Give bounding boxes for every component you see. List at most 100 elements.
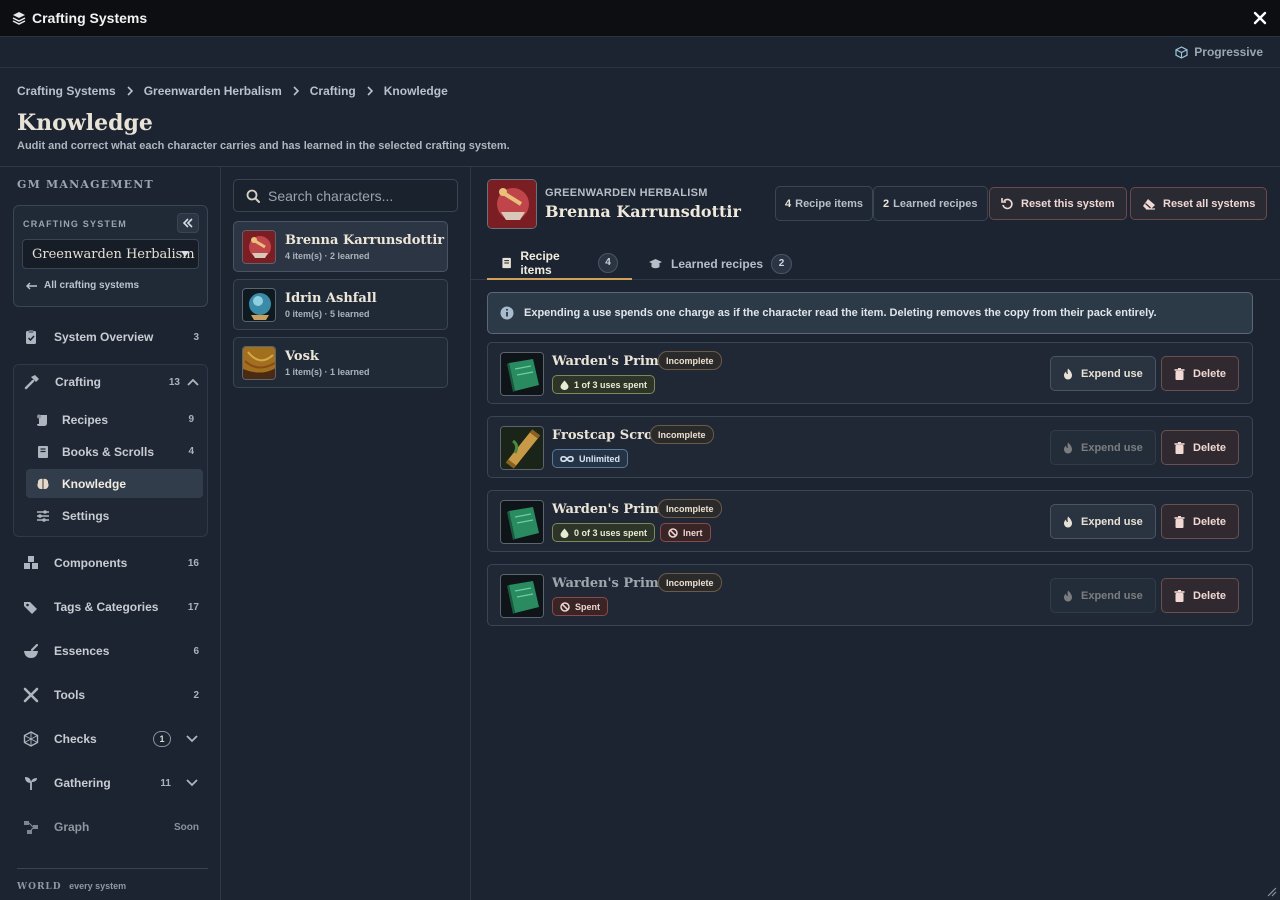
status-badge: Incomplete	[658, 573, 722, 592]
drop-icon	[560, 380, 569, 390]
item-name: Warden's Primer	[552, 576, 674, 591]
uses-tag: 1 of 3 uses spent	[552, 375, 656, 394]
tab-recipe-items[interactable]: Recipe items 4	[487, 247, 632, 280]
sidebar-item-knowledge[interactable]: Knowledge	[26, 469, 203, 498]
scroll-item-icon	[500, 426, 544, 470]
breadcrumb-item[interactable]: Crafting Systems	[17, 84, 116, 98]
recipe-items-label: Recipe items	[795, 197, 863, 210]
layers-icon	[12, 12, 26, 25]
item-name: Warden's Primer	[552, 502, 674, 517]
chevron-down-icon[interactable]	[186, 779, 198, 787]
collapse-sidebar-button[interactable]	[177, 213, 199, 233]
crafting-system-select[interactable]: Greenwarden Herbalism	[22, 239, 199, 269]
reset-all-label: Reset all systems	[1163, 197, 1256, 210]
sidebar-item-crafting[interactable]: Crafting 13	[14, 365, 209, 399]
sidebar-item-count: 17	[187, 601, 199, 613]
brain-icon	[37, 478, 49, 489]
crafting-system-label: CRAFTING SYSTEM	[23, 219, 128, 229]
ban-icon	[560, 601, 570, 612]
flame-icon	[1064, 368, 1072, 379]
character-detail-panel: GREENWARDEN HERBALISM Brenna Karrunsdott…	[471, 167, 1280, 900]
checks-count-badge: 1	[153, 731, 171, 747]
character-card[interactable]: Brenna Karrunsdottir 4 item(s) · 2 learn…	[233, 221, 448, 272]
recipe-item-card: Frostcap Scroll Incomplete Unlimited Exp…	[487, 416, 1253, 478]
sidebar-item-label: Crafting	[55, 375, 101, 389]
learned-count: 2	[883, 197, 890, 210]
info-text: Expending a use spends one charge as if …	[524, 307, 1157, 319]
delete-button[interactable]: Delete	[1161, 430, 1240, 465]
delete-button[interactable]: Delete	[1161, 504, 1240, 539]
chevron-down-icon[interactable]	[186, 735, 198, 743]
uses-tag-label: 0 of 3 uses spent	[574, 527, 648, 538]
info-icon	[500, 306, 514, 320]
reset-all-systems-button[interactable]: Reset all systems	[1130, 187, 1268, 220]
sidebar-item-count: 6	[193, 645, 199, 657]
trash-icon	[1174, 441, 1185, 454]
sliders-icon	[37, 509, 49, 522]
learned-label: Learned recipes	[893, 197, 978, 210]
character-meta: 0 item(s) · 5 learned	[285, 308, 370, 319]
search-input[interactable]	[268, 187, 448, 204]
ban-icon	[668, 527, 678, 538]
recipe-items-count: 4	[785, 197, 792, 210]
book-icon	[502, 257, 511, 268]
resize-handle-icon[interactable]	[1265, 885, 1277, 897]
sidebar-item-label: Tools	[54, 688, 86, 702]
green-book-icon	[500, 352, 544, 396]
window-title: Crafting Systems	[32, 10, 148, 26]
character-card[interactable]: Vosk 1 item(s) · 1 learned	[233, 337, 448, 388]
chevron-right-icon	[367, 86, 373, 96]
sidebar-item-label: Tags & Categories	[54, 600, 159, 614]
uses-tag-label: Unlimited	[579, 453, 621, 464]
breadcrumb-item[interactable]: Greenwarden Herbalism	[144, 84, 282, 98]
green-book-icon	[500, 574, 544, 618]
sidebar-item-gathering[interactable]: Gathering 11	[13, 766, 208, 800]
sidebar-item-checks[interactable]: Checks 1	[13, 722, 208, 756]
expend-use-label: Expend use	[1081, 589, 1143, 602]
chevron-up-icon[interactable]	[187, 378, 199, 386]
sidebar-item-recipes[interactable]: Recipes 9	[26, 405, 203, 434]
delete-label: Delete	[1193, 515, 1227, 528]
crafting-group: Crafting 13 Recipes 9 Books & Scrolls 4 …	[13, 364, 208, 537]
close-icon[interactable]	[1252, 10, 1268, 26]
sidebar-item-system-overview[interactable]: System Overview 3	[13, 320, 208, 354]
sidebar-item-label: Recipes	[62, 412, 109, 427]
sidebar-item-count: 2	[193, 689, 199, 701]
sidebar-item-label: Knowledge	[62, 476, 127, 491]
expend-use-button[interactable]: Expend use	[1050, 504, 1156, 539]
sidebar-item-books-scrolls[interactable]: Books & Scrolls 4	[26, 437, 203, 466]
sidebar-item-tools[interactable]: Tools 2	[13, 678, 208, 712]
character-name: Brenna Karrunsdottir	[285, 232, 445, 248]
search-box[interactable]	[233, 179, 458, 212]
sidebar-item-tags[interactable]: Tags & Categories 17	[13, 590, 208, 624]
page-header: Crafting Systems Greenwarden Herbalism C…	[0, 68, 1280, 167]
sidebar-item-label: Gathering	[54, 776, 111, 790]
recipe-item-card: Warden's Primer Incomplete 1 of 3 uses s…	[487, 342, 1253, 404]
breadcrumb-item[interactable]: Crafting	[310, 84, 356, 98]
mode-label: Progressive	[1194, 45, 1263, 59]
breadcrumb-current: Knowledge	[383, 84, 448, 98]
sidebar-item-components[interactable]: Components 16	[13, 546, 208, 580]
mode-indicator[interactable]: Progressive	[1175, 45, 1263, 59]
delete-button[interactable]: Delete	[1161, 356, 1240, 391]
sidebar-item-soon: Soon	[174, 821, 199, 833]
expend-use-label: Expend use	[1081, 367, 1143, 380]
sidebar-item-settings[interactable]: Settings	[26, 501, 203, 530]
delete-button[interactable]: Delete	[1161, 578, 1240, 613]
character-avatar	[242, 287, 276, 322]
character-name: Vosk	[285, 348, 319, 364]
inert-tag: Inert	[660, 523, 711, 542]
learned-recipes-stat: 2 Learned recipes	[873, 186, 988, 221]
all-systems-link[interactable]: All crafting systems	[26, 280, 139, 291]
system-name: GREENWARDEN HERBALISM	[545, 187, 708, 199]
reset-this-system-button[interactable]: Reset this system	[989, 187, 1127, 220]
uses-tag: 0 of 3 uses spent	[552, 523, 656, 542]
sprout-icon	[25, 777, 37, 790]
expend-use-button[interactable]: Expend use	[1050, 578, 1156, 613]
expend-use-button[interactable]: Expend use	[1050, 430, 1156, 465]
expend-use-button[interactable]: Expend use	[1050, 356, 1156, 391]
character-card[interactable]: Idrin Ashfall 0 item(s) · 5 learned	[233, 279, 448, 330]
chevron-right-icon	[293, 86, 299, 96]
sidebar-item-essences[interactable]: Essences 6	[13, 634, 208, 668]
tab-learned-recipes[interactable]: Learned recipes 2	[634, 247, 806, 280]
